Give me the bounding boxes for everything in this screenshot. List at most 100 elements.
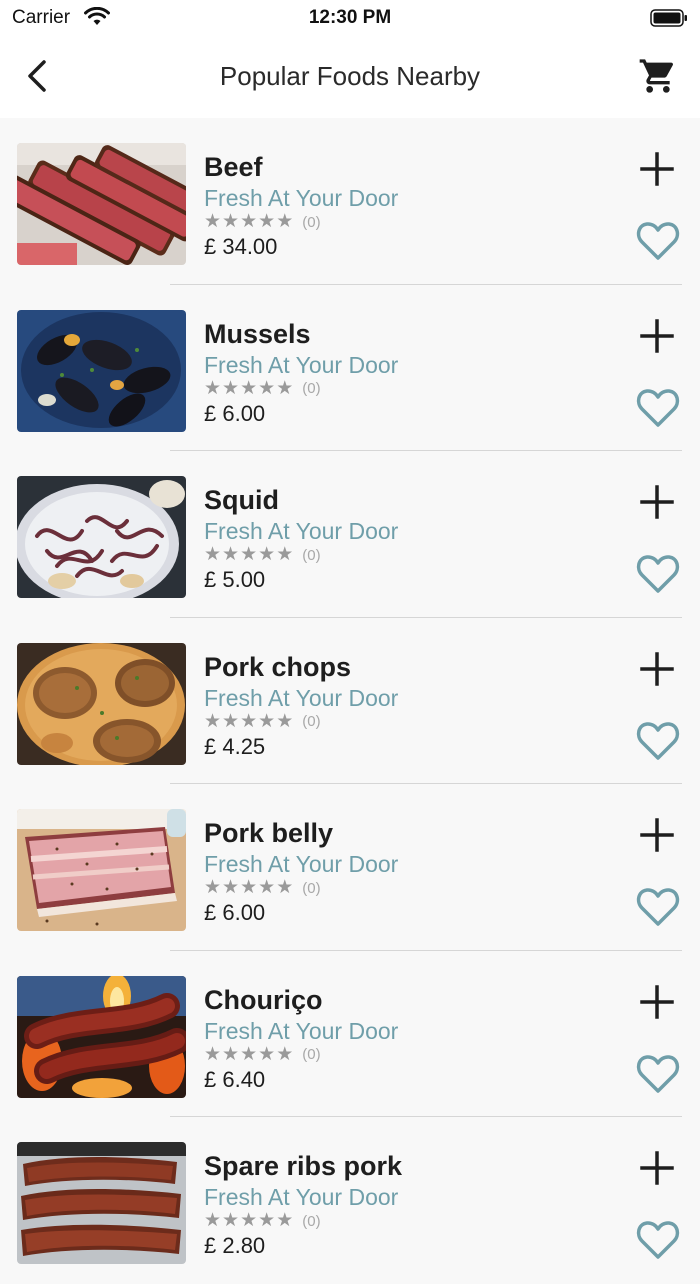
plus-icon [640,152,674,186]
status-bar: Carrier 12:30 PM [0,0,700,36]
star-icon: ★ [258,1043,276,1065]
food-list-item[interactable]: Mussels Fresh At Your Door ★ ★ ★ ★ ★ (0) £ 6… [0,285,700,451]
star-icon: ★ [258,211,276,232]
food-tagline: Fresh At Your Door [204,851,399,877]
food-image-beef[interactable] [17,143,186,265]
star-icon: ★ [204,544,222,565]
food-list[interactable]: Beef Fresh At Your Door ★ ★ ★ ★ ★ (0) £ 34.0… [0,118,700,1284]
star-icon: ★ [276,710,294,732]
star-icon: ★ [240,710,258,732]
food-image-squid[interactable] [17,476,186,598]
add-to-cart-button[interactable] [636,148,678,190]
star-icon: ★ [258,877,276,898]
star-icon: ★ [240,544,258,565]
food-name: Spare ribs pork [204,1151,403,1181]
cart-icon [639,59,674,93]
food-tagline: Fresh At Your Door [204,1184,399,1210]
add-to-cart-button[interactable] [636,315,678,357]
favorite-button[interactable] [634,385,682,431]
cart-button[interactable] [638,56,678,96]
star-icon: ★ [276,1210,294,1231]
star-rating: ★ ★ ★ ★ ★ (0) [204,710,321,732]
food-tagline: Fresh At Your Door [204,684,399,711]
star-rating: ★ ★ ★ ★ ★ (0) [204,1043,321,1065]
heart-outline-icon [636,1054,680,1093]
rating-count: (0) [302,546,321,564]
food-list-item[interactable]: Spare ribs pork Fresh At Your Door ★ ★ ★ ★ ★… [0,1117,700,1284]
food-price: £ 34.00 [204,234,278,259]
food-tagline: Fresh At Your Door [204,351,399,378]
star-icon: ★ [240,1210,258,1231]
star-icon: ★ [222,211,240,232]
star-icon: ★ [204,710,222,732]
star-rating: ★ ★ ★ ★ ★ (0) [204,878,321,898]
food-list-item[interactable]: Squid Fresh At Your Door ★ ★ ★ ★ ★ (0) £ 5.0… [0,451,700,618]
food-list-item[interactable]: Pork belly Fresh At Your Door ★ ★ ★ ★ ★ (0) … [0,784,700,951]
food-tagline: Fresh At Your Door [204,185,399,211]
food-name: Pork belly [204,818,334,848]
plus-icon [640,651,674,686]
star-icon: ★ [204,877,222,898]
heart-outline-icon [636,388,680,427]
navigation-bar: Popular Foods Nearby [0,36,700,118]
star-icon: ★ [204,1043,222,1065]
add-to-cart-button[interactable] [636,648,678,690]
star-icon: ★ [204,1210,222,1231]
plus-icon [640,485,674,519]
star-icon: ★ [240,377,258,399]
favorite-button[interactable] [634,884,682,930]
add-to-cart-button[interactable] [636,481,678,523]
food-image-spare-ribs[interactable] [17,1142,186,1264]
food-name: Mussels [204,318,311,349]
plus-icon [640,318,674,353]
star-icon: ★ [258,1210,276,1231]
star-icon: ★ [222,877,240,898]
star-icon: ★ [204,211,222,232]
food-name: Chouriço [204,984,323,1015]
food-list-item[interactable]: Beef Fresh At Your Door ★ ★ ★ ★ ★ (0) £ 34.0… [0,118,700,285]
status-time: 12:30 PM [308,7,392,28]
heart-outline-icon [636,888,680,926]
rating-count: (0) [302,213,321,231]
rating-count: (0) [302,713,321,730]
food-price: £ 6.40 [204,1066,266,1092]
battery-icon [650,9,688,32]
add-to-cart-button[interactable] [636,814,678,856]
food-name: Beef [204,152,263,182]
food-image-pork-belly[interactable] [17,809,186,931]
page-title: Popular Foods Nearby [219,61,481,91]
star-icon: ★ [276,211,294,232]
food-tagline: Fresh At Your Door [204,518,399,544]
food-price: £ 5.00 [204,567,266,592]
star-icon: ★ [276,1043,294,1065]
favorite-button[interactable] [634,1217,682,1263]
food-image-chourico[interactable] [17,975,186,1098]
favorite-button[interactable] [634,718,682,764]
star-icon: ★ [240,877,258,898]
add-to-cart-button[interactable] [636,981,678,1023]
rating-count: (0) [302,1046,321,1063]
heart-outline-icon [636,1221,680,1259]
food-image-pork-chops[interactable] [17,642,186,765]
star-icon: ★ [222,1043,240,1065]
food-list-item[interactable]: Pork chops Fresh At Your Door ★ ★ ★ ★ ★ (0) … [0,618,700,784]
food-list-item[interactable]: Chouriço Fresh At Your Door ★ ★ ★ ★ ★ (0) £ … [0,951,700,1117]
favorite-button[interactable] [634,551,682,597]
star-icon: ★ [222,710,240,732]
heart-outline-icon [636,721,680,760]
star-icon: ★ [240,211,258,232]
favorite-button[interactable] [634,1051,682,1097]
star-icon: ★ [276,544,294,565]
star-icon: ★ [222,544,240,565]
food-name: Squid [204,485,279,515]
star-icon: ★ [222,377,240,399]
heart-outline-icon [636,222,680,260]
favorite-button[interactable] [634,218,682,264]
food-price: £ 4.25 [204,733,266,759]
food-image-mussels[interactable] [17,309,186,432]
add-to-cart-button[interactable] [636,1147,678,1189]
rating-count: (0) [302,879,321,897]
plus-icon [640,818,674,852]
star-icon: ★ [258,544,276,565]
star-icon: ★ [276,877,294,898]
